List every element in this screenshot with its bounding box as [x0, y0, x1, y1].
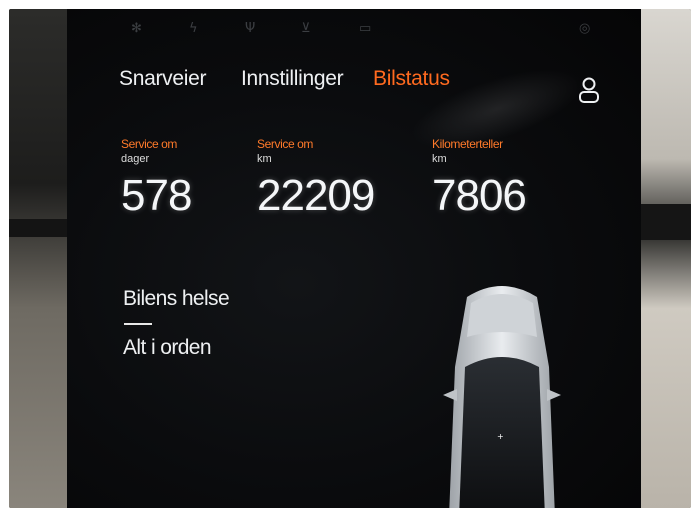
metric-label: Kilometerteller — [432, 137, 503, 151]
cart-icon[interactable]: ⊻ — [301, 21, 311, 36]
metric-value: 22209 — [257, 171, 375, 220]
metric-service-km: Service om km 22209 — [257, 137, 375, 221]
air-vent-right — [639, 204, 691, 240]
metric-value: 578 — [121, 171, 192, 220]
account-icon[interactable]: ◎ — [579, 21, 590, 36]
photo-frame: ✻ ϟ Ψ ⊻ ▭ ◎ Snarveier Innstillinger Bils… — [9, 9, 691, 508]
tab-bilstatus[interactable]: Bilstatus — [373, 67, 450, 91]
tab-innstillinger[interactable]: Innstillinger — [241, 67, 344, 91]
dashboard-right — [639, 9, 691, 508]
metric-label: Service om — [257, 137, 314, 151]
vehicle-health-title[interactable]: Bilens helse — [123, 287, 230, 311]
svg-text:+: + — [497, 432, 504, 441]
vehicle-health-status: Alt i orden — [123, 336, 212, 359]
air-vent-left — [9, 219, 69, 237]
status-bar: ✻ ϟ Ψ ⊻ ▭ ◎ — [67, 21, 641, 45]
charge-icon[interactable]: ϟ — [189, 21, 198, 36]
food-icon[interactable]: Ψ — [245, 21, 255, 36]
metric-value: 7806 — [432, 171, 527, 220]
metric-label: Service om — [121, 137, 178, 151]
metric-service-days: Service om dager 578 — [121, 137, 192, 221]
health-divider — [124, 323, 152, 325]
metric-odometer: Kilometerteller km 7806 — [432, 137, 527, 221]
car-top-view-image: + — [443, 286, 561, 508]
metric-unit: dager — [121, 153, 150, 165]
infotainment-screen: ✻ ϟ Ψ ⊻ ▭ ◎ Snarveier Innstillinger Bils… — [67, 9, 641, 508]
cafe-icon[interactable]: ▭ — [359, 21, 371, 36]
metric-unit: km — [257, 153, 272, 165]
tab-snarveier[interactable]: Snarveier — [119, 67, 206, 91]
fan-icon[interactable]: ✻ — [131, 21, 142, 36]
user-profile-icon[interactable] — [577, 75, 601, 105]
metric-unit: km — [432, 153, 447, 165]
dashboard-left — [9, 9, 69, 508]
